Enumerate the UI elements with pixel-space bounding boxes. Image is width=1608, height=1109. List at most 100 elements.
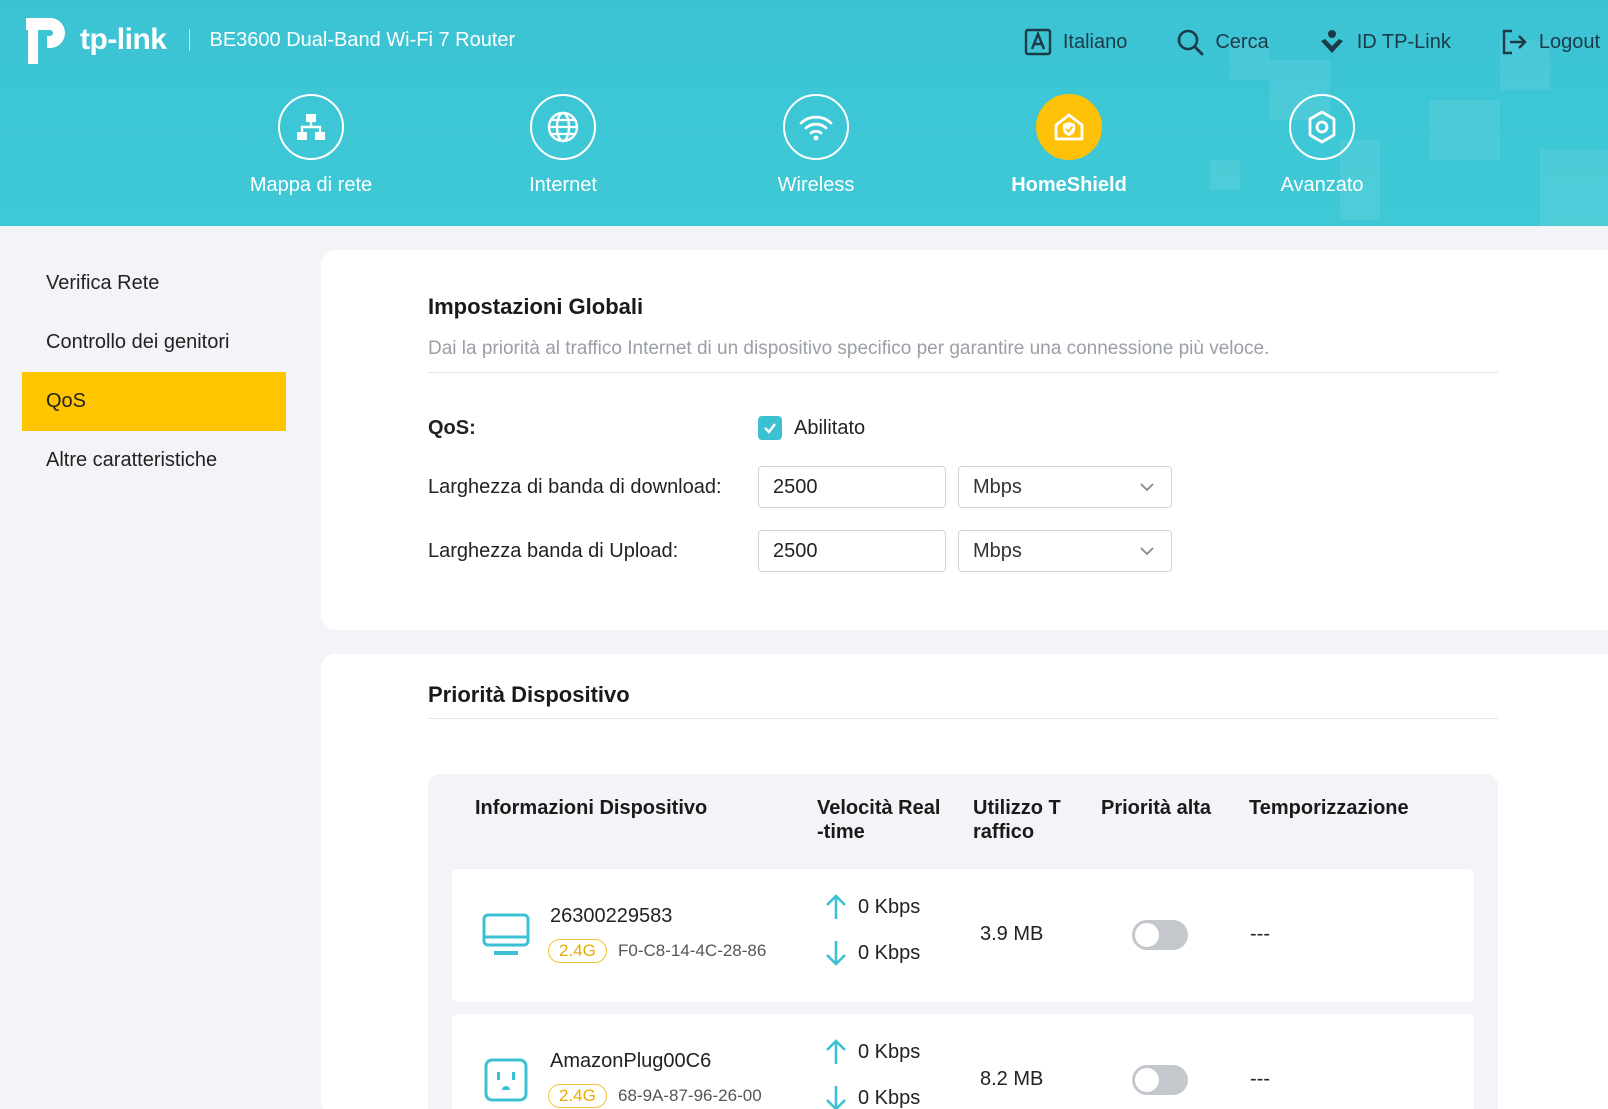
nav-circle bbox=[783, 94, 849, 160]
upload-bandwidth-input[interactable]: 2500 bbox=[758, 530, 946, 572]
download-speed-value: 0 Kbps bbox=[858, 941, 921, 964]
nav-circle bbox=[1289, 94, 1355, 160]
qos-row: QoS: Abilitato bbox=[428, 416, 865, 440]
upload-speed-value: 0 Kbps bbox=[858, 1040, 921, 1063]
device-name: AmazonPlug00C6 bbox=[550, 1050, 712, 1072]
nav-internet[interactable]: Internet bbox=[463, 94, 663, 197]
col-header-usage: Utilizzo T raffico bbox=[973, 796, 1061, 844]
nav-label: Wireless bbox=[777, 174, 855, 196]
smart-plug-icon bbox=[484, 1058, 528, 1102]
computer-icon bbox=[482, 913, 530, 955]
download-speed-value: 0 Kbps bbox=[858, 1086, 921, 1109]
tplink-id-link[interactable]: ID TP-Link bbox=[1317, 27, 1451, 57]
arrow-up-icon bbox=[826, 894, 846, 919]
tplink-id-label: ID TP-Link bbox=[1356, 30, 1451, 53]
upload-label: Larghezza banda di Upload: bbox=[428, 539, 679, 562]
download-label: Larghezza di banda di download: bbox=[428, 475, 722, 498]
sidebar-item-altre-caratteristiche[interactable]: Altre caratteristiche bbox=[22, 431, 286, 490]
col-header-speed-line1: Velocità Real bbox=[817, 797, 941, 819]
logout-link[interactable]: Logout bbox=[1499, 27, 1600, 57]
gear-icon bbox=[1308, 110, 1336, 144]
search-label: Cerca bbox=[1215, 30, 1269, 53]
high-priority-toggle[interactable] bbox=[1132, 1065, 1188, 1095]
logout-label: Logout bbox=[1538, 30, 1600, 53]
sidebar-item-verifica-rete[interactable]: Verifica Rete bbox=[22, 254, 286, 313]
nav-network-map[interactable]: Mappa di rete bbox=[211, 94, 411, 197]
toggle-knob bbox=[1135, 1068, 1159, 1092]
logout-icon bbox=[1502, 29, 1527, 55]
download-unit-value: Mbps bbox=[973, 475, 1022, 498]
nav-label: Mappa di rete bbox=[249, 174, 373, 196]
qos-enabled-checkbox[interactable] bbox=[758, 416, 782, 440]
wifi-icon bbox=[799, 115, 833, 141]
timing-value: --- bbox=[1250, 923, 1270, 945]
nav-advanced[interactable]: Avanzato bbox=[1222, 94, 1422, 197]
traffic-usage: 8.2 MB bbox=[980, 1068, 1044, 1090]
top-header: tp-link BE3600 Dual-Band Wi-Fi 7 Router … bbox=[0, 0, 1608, 226]
global-settings-description: Dai la priorità al traffico Internet di … bbox=[428, 338, 1270, 359]
download-row: Larghezza di banda di download: 2500 Mbp… bbox=[428, 466, 1172, 508]
nav-circle bbox=[278, 94, 344, 160]
col-header-timing: Temporizzazione bbox=[1249, 797, 1409, 819]
device-table: Informazioni Dispositivo Velocità Real -… bbox=[428, 774, 1498, 1109]
timing-value: --- bbox=[1250, 1068, 1270, 1090]
arrow-down-icon bbox=[826, 941, 846, 966]
search-icon bbox=[1178, 29, 1204, 56]
language-link[interactable]: Italiano bbox=[1023, 27, 1128, 57]
nav-label: HomeShield bbox=[1011, 174, 1127, 196]
global-settings-card: Impostazioni Globali Dai la priorità al … bbox=[321, 250, 1608, 630]
tplink-id-icon bbox=[1320, 30, 1343, 53]
col-header-high-priority: Priorità alta bbox=[1101, 797, 1212, 819]
router-model: BE3600 Dual-Band Wi-Fi 7 Router bbox=[209, 28, 516, 51]
brand-logo[interactable]: tp-link BE3600 Dual-Band Wi-Fi 7 Router bbox=[20, 10, 515, 70]
qos-enabled-label: Abilitato bbox=[794, 416, 866, 439]
upload-unit-value: Mbps bbox=[973, 539, 1022, 562]
band-badge: 2.4G bbox=[548, 1084, 607, 1108]
nav-wireless[interactable]: Wireless bbox=[716, 94, 916, 197]
band-badge: 2.4G bbox=[548, 939, 607, 963]
upload-unit-select[interactable]: Mbps bbox=[958, 530, 1172, 572]
brand-separator bbox=[188, 29, 190, 51]
col-header-usage-line1: Utilizzo T bbox=[973, 797, 1061, 819]
download-speed: 0 Kbps bbox=[824, 1084, 920, 1109]
col-header-info: Informazioni Dispositivo bbox=[475, 797, 708, 819]
global-settings-title: Impostazioni Globali bbox=[428, 294, 644, 319]
section-divider bbox=[428, 718, 1498, 719]
download-unit-select[interactable]: Mbps bbox=[958, 466, 1172, 508]
col-header-usage-line2: raffico bbox=[973, 821, 1035, 843]
sidebar-item-qos[interactable]: QoS bbox=[22, 372, 286, 431]
download-bandwidth-input[interactable]: 2500 bbox=[758, 466, 946, 508]
device-mac: F0-C8-14-4C-28-86 bbox=[618, 941, 767, 960]
nav-label: Internet bbox=[529, 174, 597, 196]
upload-speed: 0 Kbps bbox=[824, 893, 920, 921]
upload-row: Larghezza banda di Upload: 2500 Mbps bbox=[428, 530, 1172, 572]
sidebar: Verifica Rete Controllo dei genitori QoS… bbox=[22, 228, 286, 1109]
upload-speed-value: 0 Kbps bbox=[858, 895, 921, 918]
nav-homeshield[interactable]: HomeShield bbox=[969, 94, 1169, 197]
nav-circle bbox=[530, 94, 596, 160]
device-priority-title: Priorità Dispositivo bbox=[428, 682, 630, 707]
arrow-up-icon bbox=[826, 1039, 846, 1064]
device-name: 26300229583 bbox=[550, 905, 673, 927]
sidebar-item-controllo-genitori[interactable]: Controllo dei genitori bbox=[22, 313, 286, 372]
homeshield-icon bbox=[1054, 113, 1084, 141]
section-divider bbox=[428, 372, 1498, 373]
toggle-knob bbox=[1135, 923, 1159, 947]
upload-speed: 0 Kbps bbox=[824, 1038, 920, 1066]
table-row: 26300229583 2.4G F0-C8-14-4C-28-86 0 Kbp… bbox=[452, 869, 1474, 1002]
download-speed: 0 Kbps bbox=[824, 939, 920, 967]
chevron-down-icon bbox=[1140, 483, 1154, 492]
traffic-usage: 3.9 MB bbox=[980, 923, 1044, 945]
search-link[interactable]: Cerca bbox=[1175, 27, 1269, 57]
nav-label: Avanzato bbox=[1280, 174, 1364, 196]
tplink-logo-icon bbox=[26, 18, 65, 64]
chevron-down-icon bbox=[1140, 547, 1154, 556]
language-label: Italiano bbox=[1062, 30, 1128, 53]
device-priority-card: Priorità Dispositivo Informazioni Dispos… bbox=[321, 654, 1608, 1109]
globe-icon bbox=[547, 111, 579, 143]
high-priority-toggle[interactable] bbox=[1132, 920, 1188, 950]
device-mac: 68-9A-87-96-26-00 bbox=[618, 1086, 762, 1105]
check-icon bbox=[764, 423, 776, 434]
col-header-speed-line2: -time bbox=[817, 821, 865, 843]
network-map-icon bbox=[297, 114, 325, 140]
